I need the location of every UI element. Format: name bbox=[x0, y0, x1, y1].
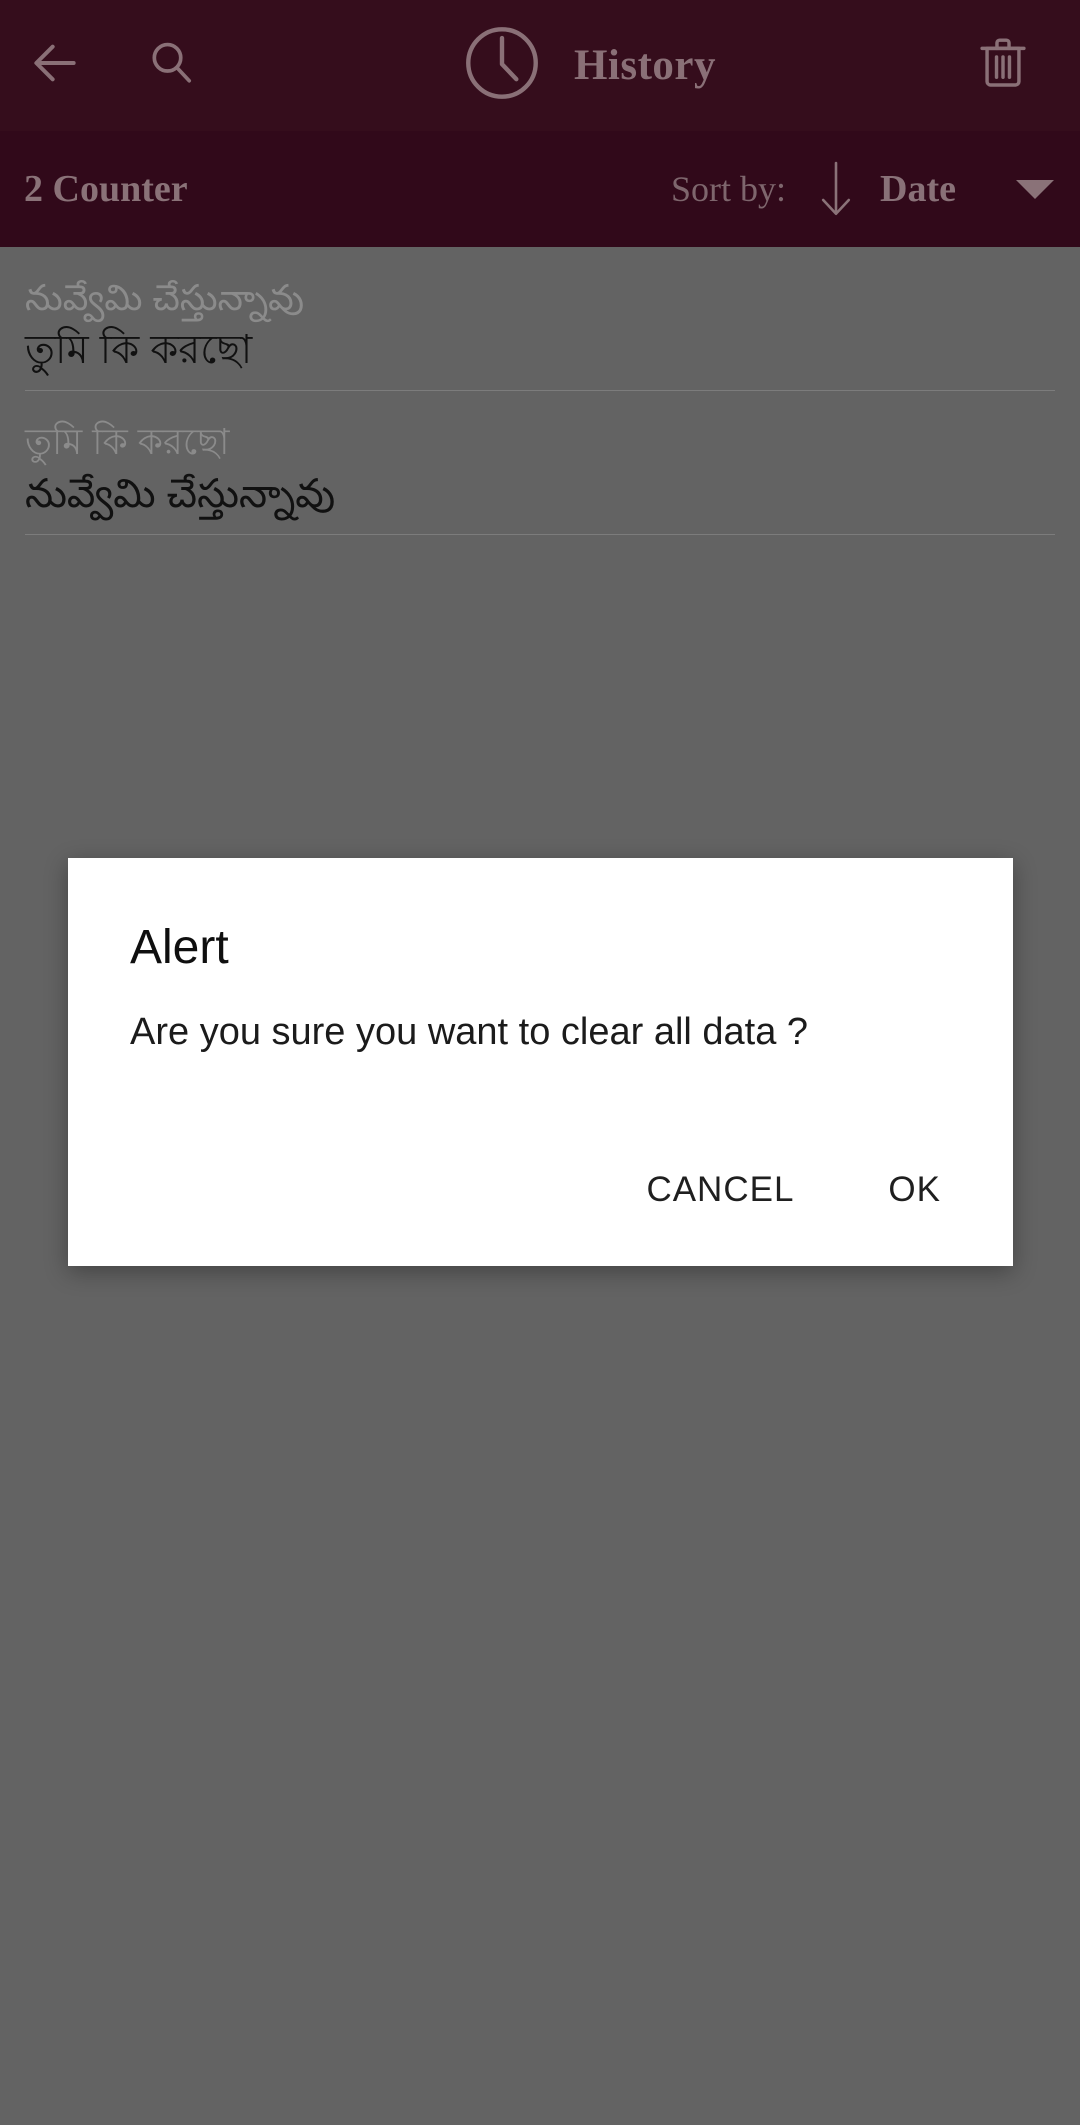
alert-dialog: Alert Are you sure you want to clear all… bbox=[68, 858, 1013, 1266]
dialog-title: Alert bbox=[130, 921, 229, 974]
dialog-message: Are you sure you want to clear all data … bbox=[130, 1011, 809, 1053]
dialog-button-row: CANCEL OK bbox=[68, 1156, 1013, 1266]
cancel-button[interactable]: CANCEL bbox=[624, 1156, 816, 1224]
ok-button[interactable]: OK bbox=[866, 1156, 963, 1224]
